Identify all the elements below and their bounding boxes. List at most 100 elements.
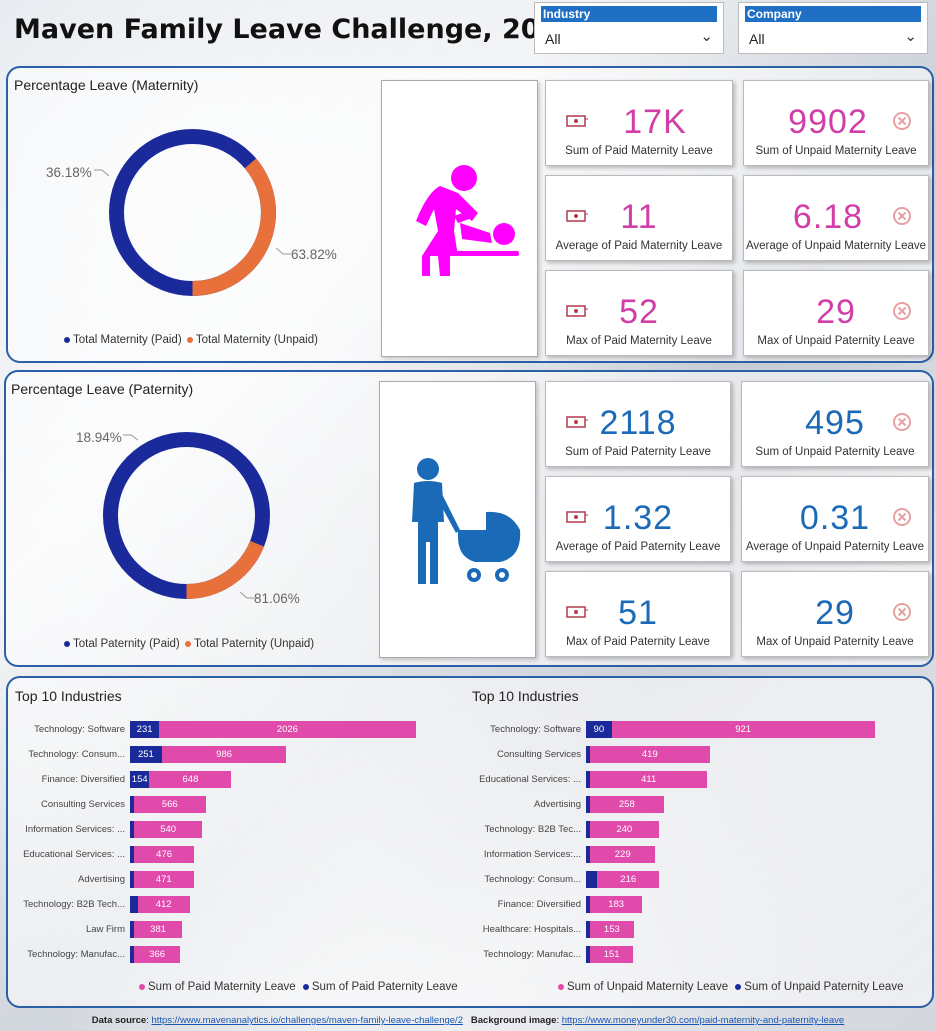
- bar-category-label: Advertising: [534, 799, 581, 810]
- paternity-unpaid-pct: 18.94%: [76, 430, 122, 445]
- kpi-card: 0.31 Average of Unpaid Paternity Leave: [741, 476, 929, 562]
- footer-bg-link[interactable]: https://www.moneyunder30.com/paid-matern…: [562, 1015, 845, 1026]
- bar-segment-maternity[interactable]: 476: [134, 846, 195, 863]
- bar-segment-maternity[interactable]: 229: [590, 846, 656, 863]
- bar-segment-paternity[interactable]: 154: [130, 771, 150, 788]
- bar-category-label: Information Services:...: [483, 849, 581, 860]
- bar-segment-maternity[interactable]: 183: [590, 896, 643, 913]
- bar-segment-maternity[interactable]: 411: [590, 771, 708, 788]
- kpi-card: 1.32 Average of Paid Paternity Leave: [545, 476, 731, 562]
- maternity-paid-pct: 63.82%: [291, 247, 337, 262]
- bar-segment-paternity[interactable]: 251: [130, 746, 162, 763]
- bar-category-label: Information Services: ...: [25, 824, 125, 835]
- kpi-card: 6.18 Average of Unpaid Maternity Leave: [743, 175, 929, 261]
- legend-paid: Total Paternity (Paid): [73, 638, 180, 650]
- maternity-donut[interactable]: [100, 120, 285, 305]
- industry-slicer-label: Industry: [541, 6, 717, 22]
- kpi-value: 11: [620, 198, 658, 236]
- legend-dot: [64, 640, 70, 647]
- mother-changing-baby-icon: [416, 165, 519, 276]
- legend-unpaid: Total Paternity (Unpaid): [193, 638, 315, 650]
- industry-slicer[interactable]: Industry All ⌄: [534, 2, 724, 54]
- bar-segment-maternity[interactable]: 151: [590, 946, 634, 963]
- bar-category-label: Technology: Consum...: [28, 749, 125, 760]
- legend-series: Sum of Unpaid Paternity Leave: [744, 981, 904, 993]
- legend-series: Sum of Paid Maternity Leave: [148, 981, 296, 993]
- bar-segment-maternity[interactable]: 412: [137, 896, 190, 913]
- paternity-paid-pct: 81.06%: [254, 591, 300, 606]
- bar-segment-paternity[interactable]: [586, 871, 598, 888]
- bar-segment-maternity[interactable]: 153: [590, 921, 634, 938]
- kpi-card: 495 Sum of Unpaid Paternity Leave: [741, 381, 929, 467]
- bar-segment-maternity[interactable]: 566: [134, 796, 206, 813]
- kpi-value: 1.32: [602, 499, 674, 537]
- leader-line: [240, 591, 255, 599]
- bar-segment-maternity[interactable]: 381: [134, 921, 183, 938]
- bar-category-label: Healthcare: Hospitals...: [482, 924, 581, 935]
- company-slicer-label: Company: [745, 6, 921, 22]
- bar-segment-maternity[interactable]: 419: [590, 746, 710, 763]
- chart-left-legend: Sum of Paid Maternity Leave Sum of Paid …: [139, 981, 458, 993]
- chevron-down-icon[interactable]: ⌄: [904, 27, 917, 45]
- father-stroller-image: [379, 381, 536, 658]
- kpi-label: Average of Paid Maternity Leave: [555, 240, 723, 252]
- bar-segment-maternity[interactable]: 2026: [159, 721, 416, 738]
- kpi-label: Average of Unpaid Maternity Leave: [745, 240, 927, 252]
- company-slicer-value[interactable]: All: [749, 31, 765, 47]
- bar-segment-maternity[interactable]: 216: [597, 871, 660, 888]
- kpi-label: Sum of Paid Paternity Leave: [565, 446, 711, 458]
- kpi-label: Max of Paid Paternity Leave: [566, 636, 710, 648]
- bar-segment-maternity[interactable]: 921: [611, 721, 875, 738]
- paternity-title: Percentage Leave (Paternity): [11, 381, 194, 397]
- legend-paid: Total Maternity (Paid): [73, 334, 182, 346]
- kpi-label: Max of Unpaid Paternity Leave: [757, 335, 915, 347]
- bar-chart-left[interactable]: Technology: Software 231 2026 Technology: C…: [15, 721, 455, 976]
- bar-segment-maternity[interactable]: 986: [161, 746, 287, 763]
- bar-segment-maternity[interactable]: 648: [149, 771, 232, 788]
- paternity-donut[interactable]: [94, 423, 279, 608]
- legend-dot: [735, 983, 742, 990]
- bar-segment-maternity[interactable]: 366: [134, 946, 181, 963]
- kpi-label: Sum of Unpaid Maternity Leave: [755, 145, 917, 157]
- kpi-label: Max of Unpaid Paternity Leave: [756, 636, 914, 648]
- company-slicer[interactable]: Company All ⌄: [738, 2, 928, 54]
- paternity-legend: Total Paternity (Paid) Total Paternity (…: [64, 638, 314, 650]
- bar-category-label: Educational Services: ...: [23, 849, 125, 860]
- maternity-title: Percentage Leave (Maternity): [14, 77, 199, 93]
- bar-segment-maternity[interactable]: 540: [134, 821, 203, 838]
- kpi-value: 0.31: [799, 499, 871, 537]
- footer: Data source: https://www.mavenanalytics.…: [91, 1015, 845, 1026]
- kpi-label: Average of Paid Paternity Leave: [555, 541, 721, 553]
- chevron-down-icon[interactable]: ⌄: [700, 27, 713, 45]
- footer-source-link[interactable]: https://www.mavenanalytics.io/challenges…: [151, 1015, 463, 1026]
- maternity-legend: Total Maternity (Paid) Total Maternity (…: [64, 334, 318, 346]
- bar-segment-paternity[interactable]: 231: [130, 721, 160, 738]
- bar-segment-maternity[interactable]: 471: [134, 871, 194, 888]
- legend-dot: [139, 983, 145, 990]
- kpi-value: 52: [619, 293, 659, 331]
- kpi-card: 17K Sum of Paid Maternity Leave: [545, 80, 733, 166]
- bar-chart-right[interactable]: Technology: Software 90 921 Consulting Serv…: [472, 721, 912, 976]
- bar-segment-maternity[interactable]: 240: [590, 821, 659, 838]
- kpi-value: 29: [816, 293, 856, 331]
- bar-category-label: Finance: Diversified: [41, 774, 125, 785]
- kpi-card: 51 Max of Paid Paternity Leave: [545, 571, 731, 657]
- bar-category-label: Technology: Manufac...: [483, 949, 581, 960]
- mother-baby-image: [381, 80, 538, 357]
- maternity-unpaid-pct: 36.18%: [46, 165, 92, 180]
- bar-category-label: Technology: B2B Tech...: [23, 899, 125, 910]
- legend-dot: [302, 983, 309, 990]
- legend-unpaid: Total Maternity (Unpaid): [195, 334, 318, 346]
- kpi-label: Max of Paid Maternity Leave: [566, 335, 712, 347]
- footer-bg-label: Background image: [470, 1015, 557, 1026]
- bar-category-label: Consulting Services: [41, 799, 125, 810]
- bar-category-label: Technology: Software: [490, 724, 581, 735]
- father-with-stroller-icon: [412, 458, 521, 584]
- industry-slicer-value[interactable]: All: [545, 31, 561, 47]
- bar-segment-maternity[interactable]: 258: [590, 796, 664, 813]
- bar-segment-paternity[interactable]: 90: [586, 721, 612, 738]
- bar-category-label: Advertising: [78, 874, 125, 885]
- kpi-value: 17K: [623, 103, 687, 141]
- page-title: Maven Family Leave Challenge, 2023: [14, 14, 578, 45]
- bar-segment-paternity[interactable]: [130, 896, 138, 913]
